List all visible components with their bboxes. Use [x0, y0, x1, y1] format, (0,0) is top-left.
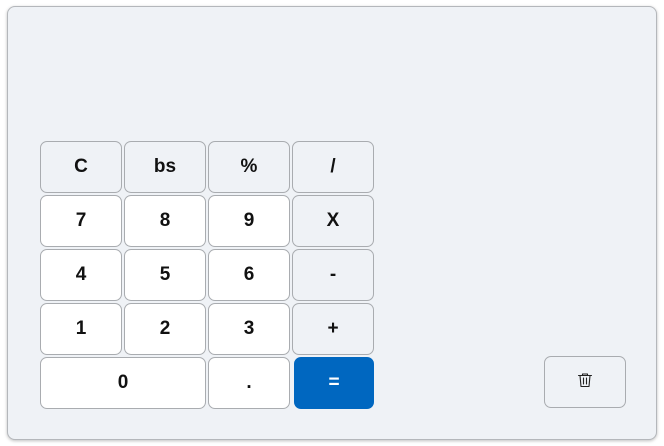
clear-history-button[interactable]	[544, 356, 626, 408]
subtract-button[interactable]: -	[292, 249, 374, 301]
digit-6-button[interactable]: 6	[208, 249, 290, 301]
digit-9-button[interactable]: 9	[208, 195, 290, 247]
digit-5-button[interactable]: 5	[124, 249, 206, 301]
equals-button[interactable]: =	[294, 357, 374, 409]
calculator-window: C bs % / 7 8 9 X 4 5 6 - 1 2 3 + 0 . =	[7, 6, 657, 440]
keypad: C bs % / 7 8 9 X 4 5 6 - 1 2 3 + 0 . =	[40, 141, 374, 409]
trash-icon	[576, 371, 594, 394]
digit-3-button[interactable]: 3	[208, 303, 290, 355]
result-display	[40, 17, 620, 127]
digit-7-button[interactable]: 7	[40, 195, 122, 247]
digit-2-button[interactable]: 2	[124, 303, 206, 355]
multiply-button[interactable]: X	[292, 195, 374, 247]
decimal-button[interactable]: .	[208, 357, 290, 409]
percent-button[interactable]: %	[208, 141, 290, 193]
digit-8-button[interactable]: 8	[124, 195, 206, 247]
backspace-button[interactable]: bs	[124, 141, 206, 193]
divide-button[interactable]: /	[292, 141, 374, 193]
digit-0-button[interactable]: 0	[40, 357, 206, 409]
digit-1-button[interactable]: 1	[40, 303, 122, 355]
add-button[interactable]: +	[292, 303, 374, 355]
digit-4-button[interactable]: 4	[40, 249, 122, 301]
clear-button[interactable]: C	[40, 141, 122, 193]
